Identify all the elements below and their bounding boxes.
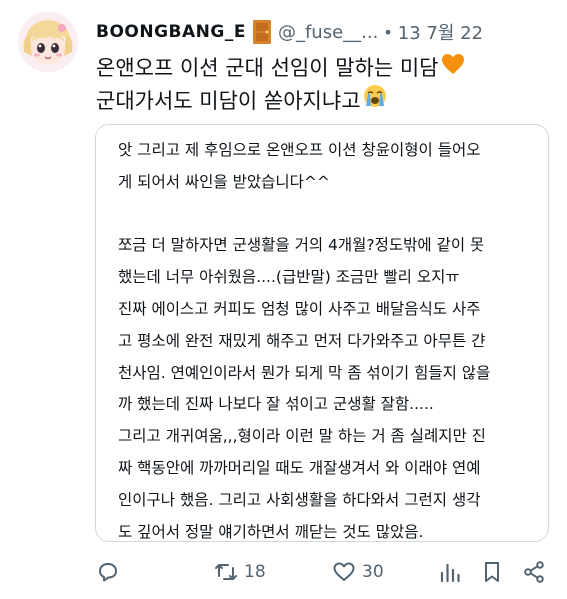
image-text-body: 앗 그리고 제 후임으로 온앤오프 이션 창윤이형이 들어오 게 되어서 싸인을… bbox=[118, 135, 534, 541]
attached-image-card[interactable]: 앗 그리고 제 후임으로 온앤오프 이션 창윤이형이 들어오 게 되어서 싸인을… bbox=[95, 124, 549, 542]
tweet-header: BOONGBANG_E @_fuse__... • 13 7월 22 bbox=[96, 18, 557, 46]
retweet-icon bbox=[215, 564, 237, 580]
image-text-line: 게 되어서 싸인을 받았습니다^^ bbox=[118, 172, 330, 191]
timestamp[interactable]: 13 7월 22 bbox=[398, 19, 483, 45]
tweet-text-line-1: 온앤오프 이션 군대 선임이 말하는 미담 bbox=[96, 56, 439, 80]
user-handle[interactable]: @_fuse__... bbox=[278, 22, 378, 43]
image-text-line: 천사임. 연예인이라서 뭔가 되게 막 좀 섞이기 힘들지 않을 bbox=[118, 363, 491, 382]
avatar-image bbox=[18, 12, 78, 72]
tweet-text-line-2: 군대가서도 미담이 쏟아지냐고 bbox=[96, 88, 361, 113]
image-text-line: 앗 그리고 제 후임으로 온앤오프 이션 창윤이형이 들어오 bbox=[118, 141, 481, 159]
bookmark-icon bbox=[485, 562, 499, 582]
image-text-line: 쪼금 더 말하자면 군생활을 거의 4개월?정도밖에 같이 못 bbox=[118, 236, 485, 255]
reply-button[interactable] bbox=[96, 558, 120, 586]
views-button[interactable] bbox=[438, 558, 462, 586]
views-icon bbox=[440, 563, 460, 583]
separator-dot: • bbox=[383, 22, 393, 42]
image-text-line: 인이구나 했음. 그리고 사회생활을 하다와서 그런지 생각 bbox=[118, 490, 481, 509]
avatar[interactable] bbox=[18, 12, 78, 72]
bookmark-button[interactable] bbox=[480, 558, 504, 586]
loudly-crying-face-icon bbox=[363, 84, 387, 117]
orange-heart-icon bbox=[441, 52, 465, 84]
image-text-line: 짜 핵동안에 까까머리일 때도 개잘생겨서 와 이래야 연예 bbox=[118, 458, 481, 477]
like-button[interactable]: 30 bbox=[332, 558, 384, 586]
image-text-line: 했는데 너무 아쉬웠음....(급반말) 조금만 빨리 오지ㅠ bbox=[118, 268, 460, 287]
retweet-button[interactable]: 18 bbox=[214, 558, 266, 586]
share-button[interactable] bbox=[522, 558, 546, 586]
image-text-line: 도 깊어서 정말 얘기하면서 깨닫는 것도 많았음. bbox=[118, 522, 424, 541]
like-count: 30 bbox=[362, 562, 384, 582]
share-icon bbox=[524, 561, 544, 583]
retweet-count: 18 bbox=[244, 562, 266, 582]
image-text-line: 진짜 에이스고 커피도 엄청 많이 사주고 배달음식도 사주 bbox=[118, 299, 481, 318]
image-text-line: 까 했는데 진짜 나보다 잘 섞이고 군생활 잘함..... bbox=[118, 395, 434, 414]
tweet-text: 온앤오프 이션 군대 선임이 말하는 미담 군대가서도 미담이 쏟아지냐고 bbox=[96, 52, 555, 117]
like-icon bbox=[333, 562, 355, 581]
image-text-line: 그리고 개귀여움,,,형이라 이런 말 하는 거 좀 실례지만 진 bbox=[118, 427, 486, 446]
image-text-line: 고 평소에 완전 재밌게 해주고 먼저 다가와주고 아무튼 갼 bbox=[118, 331, 486, 350]
tweet-actions: 18 30 bbox=[96, 558, 555, 586]
door-icon bbox=[252, 19, 272, 45]
reply-icon bbox=[99, 563, 117, 582]
image-text-line bbox=[118, 199, 534, 231]
display-name[interactable]: BOONGBANG_E bbox=[96, 22, 246, 42]
